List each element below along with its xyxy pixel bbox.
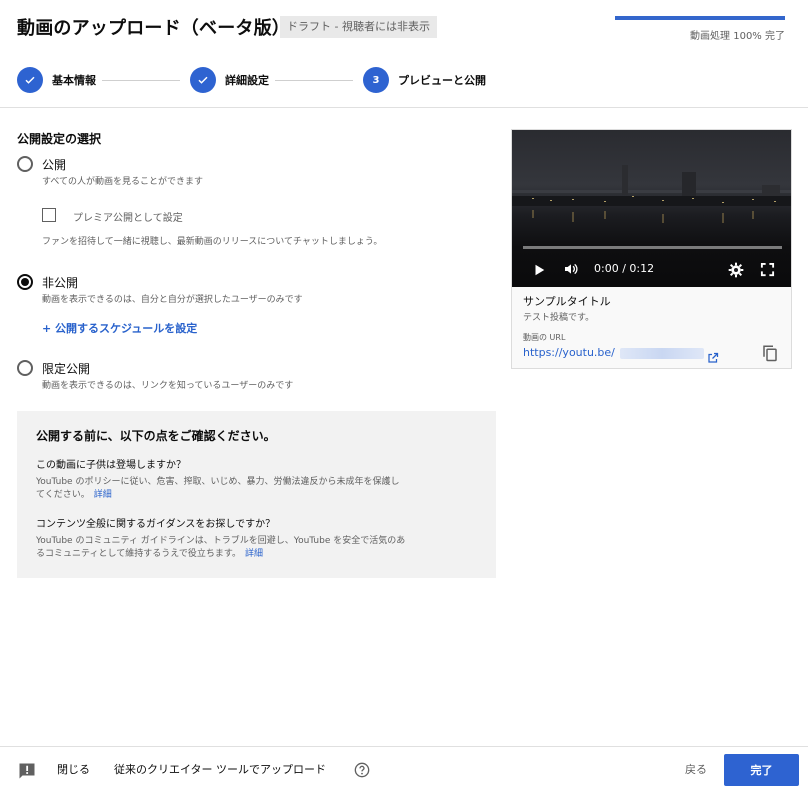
volume-icon[interactable] [562,261,580,281]
step-label: 詳細設定 [225,74,269,87]
dialog-footer: 閉じる 従来のクリエイター ツールでアップロード 戻る 完了 [0,746,808,792]
classic-upload-link[interactable]: 従来のクリエイター ツールでアップロード [114,761,326,777]
checklist-text: YouTube のコミュニティ ガイドラインは、トラブルを回避し、YouTube… [36,535,406,561]
step-details[interactable]: 詳細設定 [190,66,269,94]
option-label: 限定公開 [42,362,91,376]
learn-more-link[interactable]: 詳細 [94,490,112,500]
visibility-option-public[interactable]: 公開 すべての人が動画を見ることができます [17,156,203,187]
step-label: 基本情報 [52,74,96,87]
radio-private[interactable] [17,274,33,290]
pre-publish-checklist: 公開する前に、以下の点をご確認ください。 この動画に子供は登場しますか？ You… [17,411,496,578]
checklist-title: 公開する前に、以下の点をご確認ください。 [36,429,276,443]
option-description: 動画を表示できるのは、リンクを知っているユーザーのみです [42,381,294,391]
schedule-publish-link[interactable]: + 公開するスケジュールを設定 [42,320,197,336]
video-player[interactable]: 0:00 / 0:12 [512,130,791,287]
help-icon[interactable] [354,762,370,782]
video-description: テスト投稿です。 [523,313,595,323]
copy-icon[interactable] [761,343,779,367]
learn-more-link[interactable]: 詳細 [245,549,263,559]
player-controls: 0:00 / 0:12 [512,257,791,283]
video-url-redacted [620,348,704,359]
premiere-label[interactable]: プレミア公開として設定 [73,209,183,224]
play-icon[interactable] [532,262,546,281]
open-in-new-icon[interactable] [707,349,719,368]
checklist-text-body: YouTube のポリシーに従い、危害、搾取、いじめ、暴力、労働法違反から未成年… [36,477,400,500]
done-button[interactable]: 完了 [724,754,799,786]
check-icon [190,67,216,93]
premiere-checkbox[interactable] [42,208,56,222]
video-preview-card: 0:00 / 0:12 サンプルタイトル テスト投稿です。 動画の URL ht… [511,129,792,369]
radio-public[interactable] [17,156,33,172]
option-description: 動画を表示できるのは、自分と自分が選択したユーザーのみです [42,295,303,305]
option-label: 公開 [42,158,67,172]
settings-gear-icon[interactable] [728,262,744,282]
step-preview-publish[interactable]: 3 プレビューと公開 [363,66,486,94]
back-button[interactable]: 戻る [685,761,707,777]
draft-status-badge: ドラフト - 視聴者には非表示 [280,16,437,38]
video-url-link[interactable]: https://youtu.be/ [523,346,615,359]
checklist-question: コンテンツ全般に関するガイダンスをお探しですか？ [36,519,276,530]
fullscreen-icon[interactable] [760,262,775,281]
upload-stepper: 基本情報 詳細設定 3 プレビューと公開 [0,66,808,94]
step-label: プレビューと公開 [398,74,486,87]
visibility-option-private[interactable]: 非公開 動画を表示できるのは、自分と自分が選択したユーザーのみです [17,274,303,305]
video-time: 0:00 / 0:12 [594,262,655,275]
page-title: 動画のアップロード（ベータ版） [17,18,290,39]
step-basic-info[interactable]: 基本情報 [17,66,96,94]
radio-unlisted[interactable] [17,360,33,376]
video-scrubber[interactable] [523,246,782,249]
feedback-icon[interactable] [18,762,36,784]
visibility-option-unlisted[interactable]: 限定公開 動画を表示できるのは、リンクを知っているユーザーのみです [17,360,293,391]
option-description: すべての人が動画を見ることができます [42,177,204,187]
processing-progress-fill [615,16,785,20]
upload-dialog-header: 動画のアップロード（ベータ版） ドラフト - 視聴者には非表示 動画処理 100… [0,0,808,108]
visibility-section: 公開設定の選択 [17,130,497,147]
premiere-description: ファンを招待して一緒に視聴し、最新動画のリリースについてチャットしましょう。 [42,237,383,247]
checklist-text-body: YouTube のコミュニティ ガイドラインは、トラブルを回避し、YouTube… [36,536,406,559]
processing-status-text: 動画処理 100% 完了 [690,31,785,42]
checklist-question: この動画に子供は登場しますか？ [36,460,186,471]
video-url-label: 動画の URL [523,333,566,342]
checklist-text: YouTube のポリシーに従い、危害、搾取、いじめ、暴力、労働法違反から未成年… [36,476,406,502]
close-button[interactable]: 閉じる [57,761,90,777]
video-title: サンプルタイトル [523,295,611,308]
step-connector [275,80,353,81]
section-title: 公開設定の選択 [17,132,102,146]
processing-progress-bar [615,16,785,20]
step-connector [102,80,180,81]
check-icon [17,67,43,93]
step-number: 3 [363,67,389,93]
option-label: 非公開 [42,276,79,290]
